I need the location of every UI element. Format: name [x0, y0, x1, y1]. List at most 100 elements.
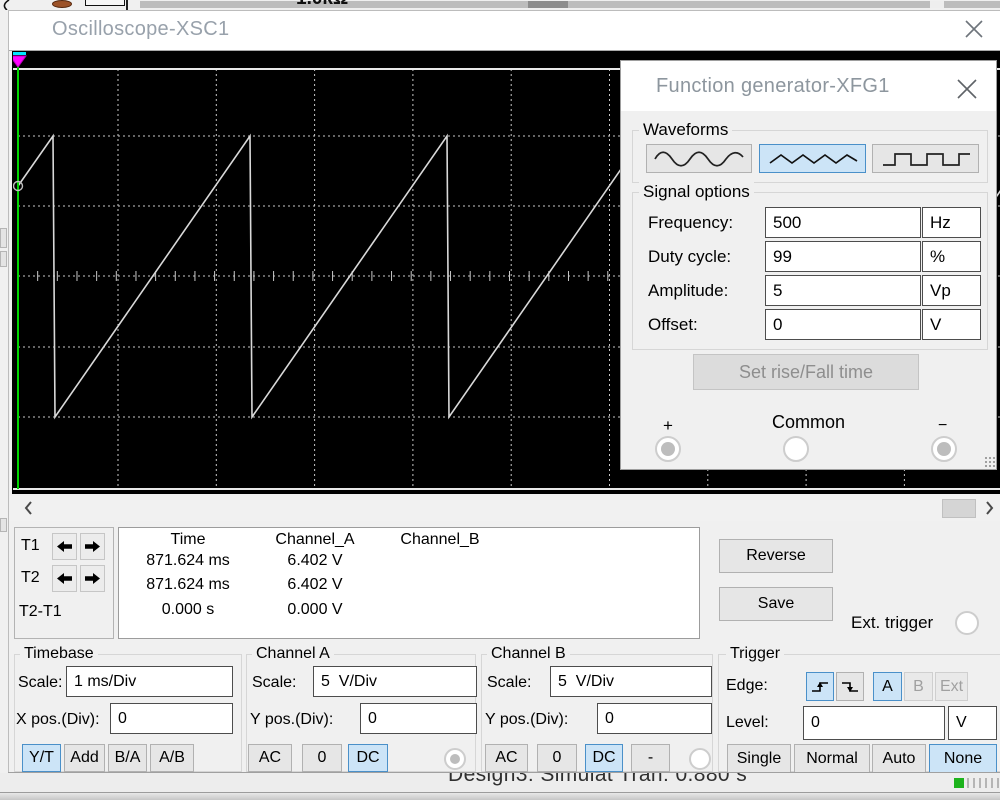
t1-left-button[interactable] — [52, 533, 77, 560]
frequency-unit: Hz — [922, 207, 981, 238]
trigger-mode-auto[interactable]: Auto — [872, 744, 926, 773]
background-ui-fragment — [0, 251, 7, 267]
duty-cycle-unit: % — [922, 241, 981, 272]
reverse-button[interactable]: Reverse — [719, 539, 833, 573]
cursor-1-handle[interactable] — [13, 55, 27, 68]
channel-b-terminal — [689, 748, 711, 770]
scope-scrollbar[interactable] — [9, 496, 1000, 521]
signal-options-label: Signal options — [639, 182, 754, 202]
channel-b-ypos-label: Y pos.(Div): — [485, 711, 569, 728]
channel-a-ac-button[interactable]: AC — [248, 744, 292, 772]
statusbar-hash-marks — [967, 778, 1000, 788]
trigger-edge-rising-button[interactable] — [806, 672, 834, 701]
readout-col-channel-b: Channel_B — [400, 531, 480, 548]
rising-edge-icon — [812, 681, 828, 692]
waveforms-label: Waveforms — [639, 120, 733, 140]
timebase-mode-ba[interactable]: B/A — [108, 744, 147, 772]
waveform-sine-button[interactable] — [646, 144, 752, 173]
frequency-label: Frequency: — [648, 213, 734, 232]
dialog-resize-grip[interactable] — [984, 456, 995, 467]
trigger-edge-falling-button[interactable] — [836, 672, 864, 701]
offset-unit: V — [922, 309, 981, 340]
trigger-mode-single[interactable]: Single — [727, 744, 791, 773]
scroll-left-icon[interactable] — [21, 500, 37, 516]
function-generator-title: Function generator-XFG1 — [656, 75, 890, 97]
trigger-source-b-button: B — [904, 672, 933, 701]
resistor-label-clipped: 1.0kΩ — [296, 0, 368, 9]
channel-b-minus-button[interactable]: - — [631, 744, 670, 772]
trigger-level-unit: V — [948, 706, 997, 740]
minus-terminal-label: − — [938, 417, 948, 434]
duty-cycle-input[interactable]: 99 — [765, 241, 921, 272]
channel-b-scale-input[interactable]: 5 V/Div — [550, 666, 712, 697]
frequency-input[interactable]: 500 — [765, 207, 921, 238]
readout-t2-cha: 6.402 V — [287, 576, 343, 593]
channel-a-zero-button[interactable]: 0 — [302, 744, 342, 772]
trigger-source-a-button[interactable]: A — [873, 672, 902, 701]
channel-a-scale-label: Scale: — [252, 674, 297, 691]
common-terminal — [783, 436, 809, 462]
timebase-xpos-input[interactable]: 0 — [110, 703, 233, 734]
offset-input[interactable]: 0 — [765, 309, 921, 340]
statusbar-bottom-strip — [0, 792, 1000, 800]
channel-b-zero-button[interactable]: 0 — [537, 744, 577, 772]
common-terminal-label: Common — [772, 412, 846, 432]
background-left-strip — [0, 10, 8, 800]
schematic-box-fragment — [85, 0, 125, 6]
right-arrow-icon — [85, 573, 100, 584]
plus-terminal — [655, 436, 681, 462]
waveform-triangle-button[interactable] — [759, 144, 866, 173]
t2-right-button[interactable] — [80, 565, 105, 592]
channel-a-ypos-input[interactable]: 0 — [360, 703, 477, 734]
scrollbar-thumb[interactable] — [942, 499, 976, 518]
trigger-mode-normal[interactable]: Normal — [794, 744, 870, 773]
channel-b-dc-button[interactable]: DC — [585, 744, 623, 772]
readout-t1-cha: 6.402 V — [287, 552, 343, 569]
readout-t2-time: 871.624 ms — [146, 576, 230, 593]
channel-a-terminal — [444, 748, 466, 770]
timebase-title: Timebase — [20, 645, 98, 663]
waveform-square-button[interactable] — [872, 144, 979, 173]
channel-b-scale-label: Scale: — [487, 674, 532, 691]
timebase-mode-ab[interactable]: A/B — [150, 744, 194, 772]
schematic-wire-fragment — [3, 0, 10, 10]
timebase-mode-yt[interactable]: Y/T — [22, 744, 61, 772]
minus-terminal — [931, 436, 957, 462]
channel-a-scale-input[interactable]: 5 V/Div — [313, 666, 477, 697]
close-icon[interactable] — [964, 20, 984, 38]
channel-a-dc-button[interactable]: DC — [348, 744, 388, 772]
channel-b-ypos-input[interactable]: 0 — [597, 703, 712, 734]
channel-b-ac-button[interactable]: AC — [485, 744, 528, 772]
timebase-mode-add[interactable]: Add — [64, 744, 105, 772]
oscilloscope-title: Oscilloscope-XSC1 — [52, 18, 230, 40]
background-ui-fragment — [0, 228, 7, 248]
channel-a-ypos-label: Y pos.(Div): — [250, 711, 334, 728]
timebase-scale-label: Scale: — [18, 674, 63, 691]
readout-col-channel-a: Channel_A — [275, 531, 355, 548]
trigger-mode-none[interactable]: None — [929, 744, 997, 773]
trigger-level-label: Level: — [726, 714, 769, 731]
close-icon[interactable] — [956, 79, 978, 99]
t1-right-button[interactable] — [80, 533, 105, 560]
readout-col-time: Time — [170, 531, 206, 548]
statusbar: Design3: Simulat Tran: 0.880 s — [0, 773, 1000, 792]
triangle-wave-icon — [769, 153, 857, 164]
t2-left-button[interactable] — [52, 565, 77, 592]
readout-diff-cha: 0.000 V — [287, 601, 343, 618]
background-scrollbar-dark-segment — [528, 1, 568, 8]
left-arrow-icon — [57, 573, 72, 584]
left-arrow-icon — [57, 541, 72, 552]
square-wave-icon — [882, 152, 970, 166]
trigger-level-input[interactable]: 0 — [803, 706, 945, 740]
timebase-scale-input[interactable]: 1 ms/Div — [66, 666, 233, 697]
background-top-strip: 1.0kΩ — [0, 0, 1000, 10]
save-button[interactable]: Save — [719, 587, 833, 621]
amplitude-input[interactable]: 5 — [765, 275, 921, 306]
background-scrollbar-gap — [930, 1, 944, 8]
background-scrollbar-fragment — [140, 1, 1000, 8]
scroll-right-icon[interactable] — [981, 500, 997, 516]
t1-label: T1 — [21, 537, 40, 554]
right-arrow-icon — [85, 541, 100, 552]
channel-a-title: Channel A — [252, 645, 334, 663]
schematic-component-fragment — [52, 0, 72, 8]
